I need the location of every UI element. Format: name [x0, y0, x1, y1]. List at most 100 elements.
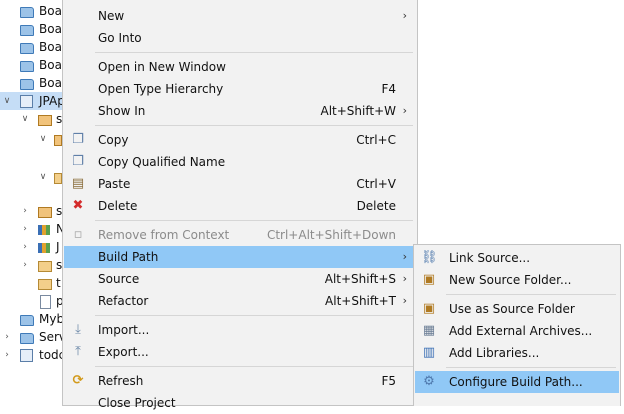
folder-icon [20, 43, 34, 54]
tree-item[interactable]: t [0, 274, 62, 292]
tree-item[interactable]: Boar [0, 38, 62, 56]
folder-icon [20, 25, 34, 36]
submenu-arrow-icon: › [402, 104, 407, 117]
tree-item[interactable]: Boar [0, 56, 62, 74]
submenu-item-use-as-source-folder[interactable]: ▣ Use as Source Folder [415, 298, 619, 320]
tree-item[interactable]: Myb [0, 310, 62, 328]
menu-item-label: Go Into [98, 31, 142, 45]
configure-build-path-icon: ⚙ [423, 374, 435, 389]
menu-item-label: Source [98, 272, 140, 286]
project-icon [20, 95, 33, 108]
submenu-item-add-external-archives[interactable]: ▦ Add External Archives... [415, 320, 619, 342]
menu-item-paste[interactable]: ▤ Paste Ctrl+V [64, 173, 416, 195]
menu-item-label: Refresh [98, 374, 144, 388]
import-icon: ⤓ [75, 322, 81, 337]
tree-item-label: J [56, 240, 60, 254]
chevron-right-icon[interactable]: › [2, 346, 12, 364]
tree-item-label: Myb [39, 312, 62, 326]
menu-item-label: Remove from Context [98, 228, 230, 242]
menu-item-show-in[interactable]: Show In Alt+Shift+W › [64, 100, 416, 122]
menu-item-label: Add External Archives... [449, 324, 593, 338]
chevron-down-icon[interactable]: ∨ [2, 92, 12, 110]
menu-item-shortcut: Alt+Shift+W [320, 104, 397, 118]
menu-item-copy[interactable]: ❐ Copy Ctrl+C [64, 129, 416, 151]
tree-item[interactable]: › s [0, 202, 62, 220]
menu-item-shortcut: Ctrl+C [356, 133, 396, 147]
menu-item-refactor[interactable]: Refactor Alt+Shift+T › [64, 290, 416, 312]
menu-item-go-into[interactable]: Go Into [64, 27, 416, 49]
copy-icon: ❐ [72, 132, 84, 147]
menu-item-delete[interactable]: ✖ Delete Delete [64, 195, 416, 217]
menu-item-copy-qualified-name[interactable]: ❐ Copy Qualified Name [64, 151, 416, 173]
tree-item-label: Boar [39, 76, 62, 90]
chevron-down-icon[interactable]: ∨ [20, 110, 30, 128]
remove-from-context-icon: ▫ [73, 227, 83, 242]
submenu-item-configure-build-path[interactable]: ⚙ Configure Build Path... [415, 371, 619, 393]
chevron-right-icon[interactable]: › [20, 220, 30, 238]
menu-item-open-new-window[interactable]: Open in New Window [64, 56, 416, 78]
tree-item[interactable]: › J [0, 238, 62, 256]
submenu-item-add-libraries[interactable]: ▥ Add Libraries... [415, 342, 619, 364]
menu-item-import[interactable]: ⤓ Import... [64, 319, 416, 341]
menu-item-label: Open Type Hierarchy [98, 82, 224, 96]
chevron-right-icon[interactable]: › [2, 328, 12, 346]
menu-item-remove-from-context[interactable]: ▫ Remove from Context Ctrl+Alt+Shift+Dow… [64, 224, 416, 246]
folder-icon [20, 333, 34, 344]
menu-item-refresh[interactable]: ⟳ Refresh F5 [64, 370, 416, 392]
submenu-item-link-source[interactable]: ⛓ Link Source... [415, 247, 619, 269]
refresh-icon: ⟳ [72, 373, 84, 388]
menu-item-open-type-hierarchy[interactable]: Open Type Hierarchy F4 [64, 78, 416, 100]
menu-item-source[interactable]: Source Alt+Shift+S › [64, 268, 416, 290]
menu-item-shortcut: Ctrl+Alt+Shift+Down [266, 228, 396, 242]
new-source-folder-icon: ▣ [422, 272, 436, 287]
chevron-down-icon[interactable]: ∨ [38, 168, 48, 186]
tree-item-label: Boar [39, 40, 62, 54]
menu-item-export[interactable]: ⤒ Export... [64, 341, 416, 363]
chevron-down-icon[interactable]: ∨ [38, 130, 48, 148]
menu-item-shortcut: F5 [381, 374, 396, 388]
tree-item-selected-project[interactable]: ∨ JPAp [0, 92, 62, 110]
menu-separator [95, 315, 413, 316]
folder-icon [20, 79, 34, 90]
menu-separator [446, 294, 616, 295]
tree-item-label: JPAp [39, 94, 62, 108]
tree-item[interactable]: › N [0, 220, 62, 238]
menu-item-label: Use as Source Folder [449, 302, 575, 316]
tree-item[interactable]: › Serv [0, 328, 62, 346]
menu-item-label: Open in New Window [98, 60, 226, 74]
menu-item-label: New Source Folder... [449, 273, 572, 287]
copy-qualified-name-icon: ❐ [72, 154, 84, 169]
menu-item-shortcut: Alt+Shift+S [324, 272, 396, 286]
tree-item[interactable]: ∨ [0, 168, 62, 186]
use-as-source-folder-icon: ▣ [422, 301, 436, 316]
tree-item[interactable]: Boar [0, 20, 62, 38]
menu-item-label: Refactor [98, 294, 149, 308]
package-icon [54, 173, 62, 184]
submenu-item-new-source-folder[interactable]: ▣ New Source Folder... [415, 269, 619, 291]
delete-icon: ✖ [72, 198, 84, 213]
tree-item-label: Boar [39, 4, 62, 18]
chevron-right-icon[interactable]: › [20, 238, 30, 256]
submenu-arrow-icon: › [402, 9, 407, 22]
tree-item[interactable]: ∨ [0, 130, 62, 148]
tree-item-label: Serv [39, 330, 62, 344]
tree-item[interactable]: Boar [0, 74, 62, 92]
chevron-right-icon[interactable]: › [20, 256, 30, 274]
menu-item-build-path[interactable]: Build Path › [64, 246, 416, 268]
submenu-arrow-icon: › [402, 250, 407, 263]
tree-item[interactable]: › s [0, 256, 62, 274]
menu-item-new[interactable]: New › [64, 5, 416, 27]
menu-item-label: Build Path [98, 250, 159, 264]
tree-item-label: Boar [39, 58, 62, 72]
tree-item[interactable]: Boar [0, 2, 62, 20]
tree-item[interactable]: p [0, 292, 62, 310]
folder-icon [38, 279, 52, 290]
source-folder-icon [38, 207, 52, 218]
menu-item-close-project[interactable]: Close Project [64, 392, 416, 414]
tree-item-label: todc [39, 348, 62, 362]
chevron-right-icon[interactable]: › [20, 202, 30, 220]
context-menu: New › Go Into Open in New Window Open Ty… [62, 0, 418, 410]
paste-icon: ▤ [71, 176, 85, 191]
tree-item[interactable]: ∨ s [0, 110, 62, 128]
tree-item[interactable]: › todc [0, 346, 62, 364]
